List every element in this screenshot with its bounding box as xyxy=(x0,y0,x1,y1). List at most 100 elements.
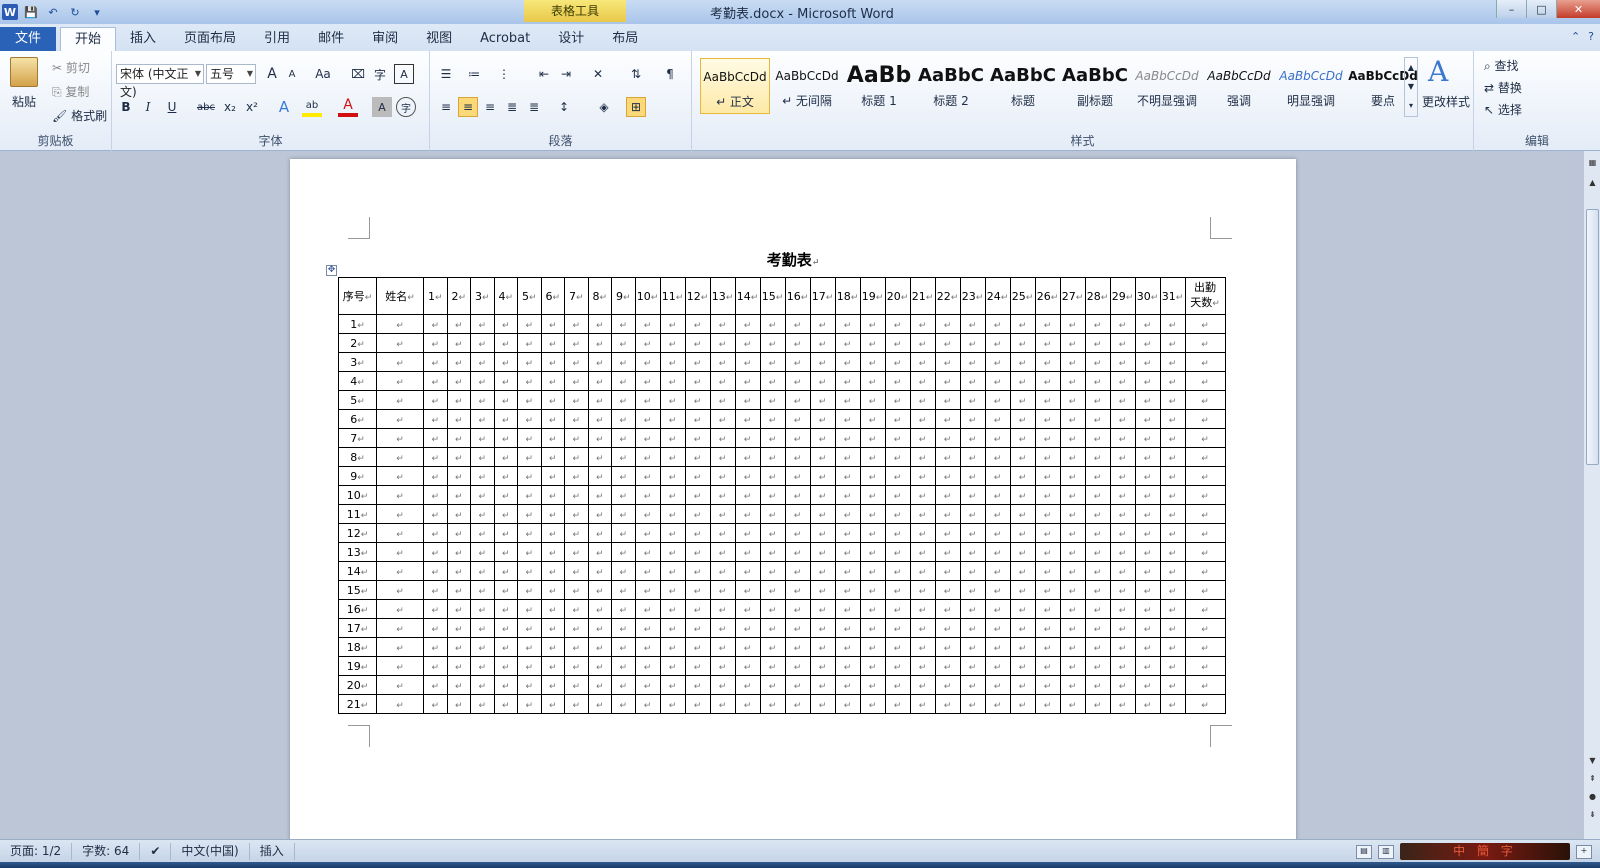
row-seq-cell[interactable]: 6↵ xyxy=(338,409,377,429)
copy-button[interactable]: ⎘ 复制 xyxy=(52,83,89,100)
table-cell[interactable]: ↵ xyxy=(909,599,936,619)
table-cell[interactable]: ↵ xyxy=(734,428,761,448)
table-cell[interactable]: ↵ xyxy=(1109,523,1136,543)
tab-layout[interactable]: 布局 xyxy=(598,27,652,51)
table-cell[interactable]: ↵ xyxy=(1084,371,1111,391)
table-cell[interactable]: ↵ xyxy=(759,694,786,714)
table-cell[interactable]: ↵ xyxy=(1034,637,1061,657)
table-cell[interactable]: ↵ xyxy=(564,618,589,638)
table-cell[interactable]: ↵ xyxy=(684,409,711,429)
table-cell[interactable]: ↵ xyxy=(1084,485,1111,505)
table-cell[interactable]: ↵ xyxy=(376,447,424,467)
row-seq-cell[interactable]: 7↵ xyxy=(338,428,377,448)
table-cell[interactable]: ↵ xyxy=(1109,637,1136,657)
table-cell[interactable]: ↵ xyxy=(959,637,986,657)
table-cell[interactable]: ↵ xyxy=(709,390,736,410)
table-cell[interactable]: ↵ xyxy=(834,580,861,600)
table-cell[interactable]: ↵ xyxy=(909,409,936,429)
table-cell[interactable]: ↵ xyxy=(984,447,1011,467)
table-cell[interactable]: ↵ xyxy=(934,409,961,429)
table-cell[interactable]: ↵ xyxy=(1184,352,1226,372)
table-cell[interactable]: ↵ xyxy=(1059,447,1086,467)
table-cell[interactable]: ↵ xyxy=(587,523,612,543)
table-cell[interactable]: ↵ xyxy=(517,618,542,638)
table-cell[interactable]: ↵ xyxy=(423,409,448,429)
table-cell[interactable]: ↵ xyxy=(493,352,518,372)
table-cell[interactable]: ↵ xyxy=(493,580,518,600)
table-cell[interactable]: ↵ xyxy=(493,599,518,619)
table-cell[interactable]: ↵ xyxy=(1134,466,1161,486)
table-cell[interactable]: ↵ xyxy=(1159,447,1186,467)
table-cell[interactable]: ↵ xyxy=(1034,599,1061,619)
table-cell[interactable]: ↵ xyxy=(540,314,565,334)
undo-icon[interactable]: ↶ xyxy=(44,3,62,21)
table-cell[interactable]: ↵ xyxy=(709,428,736,448)
table-cell[interactable]: ↵ xyxy=(784,637,811,657)
table-cell[interactable]: ↵ xyxy=(1059,694,1086,714)
table-cell[interactable]: ↵ xyxy=(784,599,811,619)
table-cell[interactable]: ↵ xyxy=(759,504,786,524)
table-cell[interactable]: ↵ xyxy=(984,675,1011,695)
table-cell[interactable]: ↵ xyxy=(517,694,542,714)
table-cell[interactable]: ↵ xyxy=(759,352,786,372)
select-button[interactable]: ↖ 选择 xyxy=(1484,101,1522,118)
table-cell[interactable]: ↵ xyxy=(611,314,636,334)
table-cell[interactable]: ↵ xyxy=(759,314,786,334)
table-cell[interactable]: ↵ xyxy=(734,637,761,657)
table-cell[interactable]: ↵ xyxy=(470,618,495,638)
table-cell[interactable]: ↵ xyxy=(470,504,495,524)
table-cell[interactable]: ↵ xyxy=(784,485,811,505)
table-cell[interactable]: ↵ xyxy=(634,447,661,467)
bold-button[interactable]: B xyxy=(116,97,136,117)
table-cell[interactable]: ↵ xyxy=(1109,352,1136,372)
table-cell[interactable]: ↵ xyxy=(1184,390,1226,410)
maximize-button[interactable]: □ xyxy=(1526,0,1556,18)
table-cell[interactable]: ↵ xyxy=(934,523,961,543)
table-cell[interactable]: ↵ xyxy=(564,656,589,676)
table-cell[interactable]: ↵ xyxy=(540,599,565,619)
table-cell[interactable]: ↵ xyxy=(859,618,886,638)
table-cell[interactable]: ↵ xyxy=(884,314,911,334)
style-no-spacing[interactable]: AaBbCcDd ↵ 无间隔 xyxy=(772,58,842,114)
table-cell[interactable]: ↵ xyxy=(1034,580,1061,600)
table-cell[interactable]: ↵ xyxy=(859,409,886,429)
table-cell[interactable]: ↵ xyxy=(1159,428,1186,448)
table-cell[interactable]: ↵ xyxy=(859,580,886,600)
table-cell[interactable]: ↵ xyxy=(517,409,542,429)
vertical-scrollbar[interactable]: ▦ ▲ ▼ ⇞ ● ⇟ xyxy=(1583,151,1600,839)
table-cell[interactable]: ↵ xyxy=(1184,409,1226,429)
table-cell[interactable]: ↵ xyxy=(1009,618,1036,638)
paste-icon[interactable] xyxy=(10,57,38,87)
table-cell[interactable]: ↵ xyxy=(517,428,542,448)
table-cell[interactable]: ↵ xyxy=(759,656,786,676)
table-cell[interactable]: ↵ xyxy=(1059,314,1086,334)
table-cell[interactable]: ↵ xyxy=(959,523,986,543)
table-cell[interactable]: ↵ xyxy=(909,542,936,562)
table-cell[interactable]: ↵ xyxy=(423,390,448,410)
table-cell[interactable]: ↵ xyxy=(587,580,612,600)
table-cell[interactable]: ↵ xyxy=(1034,466,1061,486)
table-cell[interactable]: ↵ xyxy=(959,580,986,600)
table-cell[interactable]: ↵ xyxy=(446,428,471,448)
table-cell[interactable]: ↵ xyxy=(1134,561,1161,581)
table-cell[interactable]: ↵ xyxy=(859,561,886,581)
table-cell[interactable]: ↵ xyxy=(709,314,736,334)
table-cell[interactable]: ↵ xyxy=(376,390,424,410)
table-cell[interactable]: ↵ xyxy=(1009,637,1036,657)
table-cell[interactable]: ↵ xyxy=(934,637,961,657)
row-seq-cell[interactable]: 20↵ xyxy=(338,675,377,695)
header-cell-day[interactable]: 10↵ xyxy=(634,277,661,315)
table-cell[interactable]: ↵ xyxy=(587,371,612,391)
table-cell[interactable]: ↵ xyxy=(709,637,736,657)
change-case-button[interactable]: Aa xyxy=(310,64,336,84)
header-cell-day[interactable]: 22↵ xyxy=(934,277,961,315)
table-cell[interactable]: ↵ xyxy=(423,542,448,562)
table-cell[interactable]: ↵ xyxy=(909,371,936,391)
table-cell[interactable]: ↵ xyxy=(684,333,711,353)
table-cell[interactable]: ↵ xyxy=(709,352,736,372)
table-cell[interactable]: ↵ xyxy=(884,637,911,657)
table-cell[interactable]: ↵ xyxy=(587,618,612,638)
table-cell[interactable]: ↵ xyxy=(634,352,661,372)
table-cell[interactable]: ↵ xyxy=(834,390,861,410)
table-cell[interactable]: ↵ xyxy=(959,314,986,334)
